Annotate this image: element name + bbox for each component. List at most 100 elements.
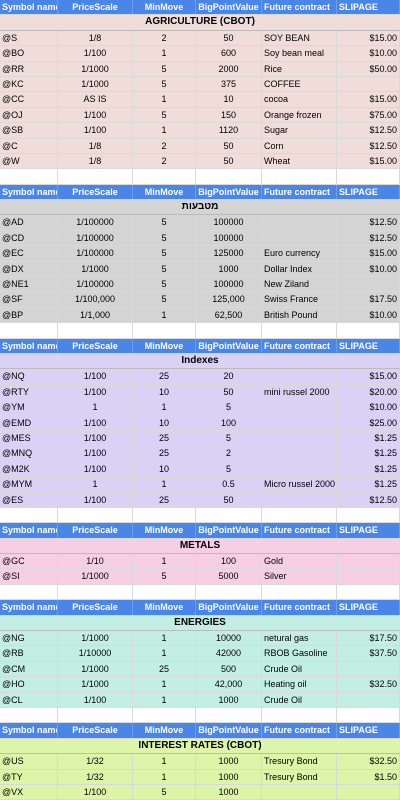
cell-slipage[interactable]: $15.00 <box>337 246 400 261</box>
cell-min-move[interactable]: 5 <box>133 569 196 584</box>
cell-slipage[interactable]: $1.50 <box>337 769 400 784</box>
cell-price-scale[interactable]: 1/1000 <box>58 76 133 92</box>
empty-cell[interactable] <box>337 169 400 184</box>
header-symbol[interactable]: Symbol name <box>0 338 58 353</box>
cell-big-point-value[interactable]: 375 <box>196 76 262 92</box>
cell-min-move[interactable]: 25 <box>133 369 196 384</box>
cell-future-contract[interactable]: Crude Oil <box>262 692 337 707</box>
cell-min-move[interactable]: 5 <box>133 76 196 92</box>
cell-future-contract[interactable]: Gold <box>262 554 337 569</box>
header-symbol[interactable]: Symbol name <box>0 723 58 738</box>
cell-min-move[interactable]: 5 <box>133 261 196 277</box>
cell-big-point-value[interactable]: 500 <box>196 661 262 677</box>
empty-cell[interactable] <box>58 584 133 600</box>
empty-cell[interactable] <box>0 707 58 723</box>
cell-big-point-value[interactable]: 100000 <box>196 277 262 292</box>
cell-price-scale[interactable]: AS IS <box>58 92 133 107</box>
cell-big-point-value[interactable]: 42,000 <box>196 677 262 692</box>
cell-slipage[interactable]: $25.00 <box>337 415 400 430</box>
cell-min-move[interactable]: 5 <box>133 230 196 246</box>
cell-min-move[interactable]: 5 <box>133 61 196 76</box>
cell-symbol[interactable]: @SF <box>0 292 58 307</box>
cell-price-scale[interactable]: 1/1000 <box>58 661 133 677</box>
cell-price-scale[interactable]: 1/100 <box>58 692 133 707</box>
empty-cell[interactable] <box>262 507 337 523</box>
cell-min-move[interactable]: 2 <box>133 153 196 169</box>
cell-price-scale[interactable]: 1/100000 <box>58 215 133 230</box>
cell-future-contract[interactable]: netural gas <box>262 631 337 646</box>
cell-big-point-value[interactable]: 1000 <box>196 261 262 277</box>
cell-symbol[interactable]: @EC <box>0 246 58 261</box>
cell-symbol[interactable]: @EMD <box>0 415 58 430</box>
cell-future-contract[interactable] <box>262 446 337 461</box>
cell-future-contract[interactable] <box>262 230 337 246</box>
header-slipage[interactable]: SLIPAGE <box>337 184 400 200</box>
cell-min-move[interactable]: 25 <box>133 430 196 446</box>
header-big-point-value[interactable]: BigPointValue <box>196 523 262 538</box>
cell-big-point-value[interactable]: 10 <box>196 92 262 107</box>
cell-big-point-value[interactable]: 100000 <box>196 215 262 230</box>
cell-min-move[interactable]: 5 <box>133 107 196 123</box>
header-big-point-value[interactable]: BigPointValue <box>196 723 262 738</box>
cell-min-move[interactable]: 1 <box>133 477 196 492</box>
cell-future-contract[interactable]: Wheat <box>262 153 337 169</box>
cell-price-scale[interactable]: 1/100000 <box>58 277 133 292</box>
header-slipage[interactable]: SLIPAGE <box>337 338 400 353</box>
cell-future-contract[interactable] <box>262 400 337 415</box>
header-min-move[interactable]: MinMove <box>133 600 196 615</box>
section-title[interactable]: ENERGIES <box>0 616 400 630</box>
cell-slipage[interactable] <box>337 784 400 800</box>
cell-big-point-value[interactable]: 100000 <box>196 230 262 246</box>
empty-cell[interactable] <box>262 323 337 338</box>
cell-price-scale[interactable]: 1/100,000 <box>58 292 133 307</box>
cell-min-move[interactable]: 1 <box>133 92 196 107</box>
empty-cell[interactable] <box>196 584 262 600</box>
cell-price-scale[interactable]: 1/1000 <box>58 677 133 692</box>
cell-symbol[interactable]: @NE1 <box>0 277 58 292</box>
header-future-contract[interactable]: Future contract <box>262 600 337 615</box>
cell-big-point-value[interactable]: 150 <box>196 107 262 123</box>
cell-price-scale[interactable]: 1/1000 <box>58 261 133 277</box>
cell-future-contract[interactable]: Sugar <box>262 123 337 138</box>
cell-price-scale[interactable]: 1/100 <box>58 446 133 461</box>
header-future-contract[interactable]: Future contract <box>262 723 337 738</box>
cell-min-move[interactable]: 5 <box>133 784 196 800</box>
cell-price-scale[interactable]: 1/8 <box>58 153 133 169</box>
empty-cell[interactable] <box>133 584 196 600</box>
cell-big-point-value[interactable]: 20 <box>196 369 262 384</box>
cell-price-scale[interactable]: 1/8 <box>58 138 133 153</box>
cell-price-scale[interactable]: 1/8 <box>58 30 133 46</box>
cell-big-point-value[interactable]: 50 <box>196 492 262 507</box>
cell-symbol[interactable]: @TY <box>0 769 58 784</box>
cell-min-move[interactable]: 5 <box>133 277 196 292</box>
cell-slipage[interactable]: $10.00 <box>337 261 400 277</box>
cell-price-scale[interactable]: 1/100 <box>58 384 133 400</box>
cell-slipage[interactable]: $10.00 <box>337 400 400 415</box>
empty-cell[interactable] <box>337 323 400 338</box>
cell-big-point-value[interactable]: 600 <box>196 46 262 61</box>
cell-min-move[interactable]: 1 <box>133 646 196 661</box>
cell-symbol[interactable]: @SB <box>0 123 58 138</box>
cell-price-scale[interactable]: 1/10 <box>58 554 133 569</box>
cell-price-scale[interactable]: 1/100 <box>58 415 133 430</box>
cell-slipage[interactable] <box>337 554 400 569</box>
cell-price-scale[interactable]: 1/100 <box>58 461 133 477</box>
header-min-move[interactable]: MinMove <box>133 723 196 738</box>
cell-slipage[interactable]: $15.00 <box>337 369 400 384</box>
cell-price-scale[interactable]: 1/32 <box>58 769 133 784</box>
cell-price-scale[interactable]: 1 <box>58 400 133 415</box>
cell-symbol[interactable]: @AD <box>0 215 58 230</box>
cell-min-move[interactable]: 1 <box>133 677 196 692</box>
header-future-contract[interactable]: Future contract <box>262 338 337 353</box>
empty-cell[interactable] <box>58 169 133 184</box>
cell-symbol[interactable]: @GC <box>0 554 58 569</box>
empty-cell[interactable] <box>337 584 400 600</box>
cell-min-move[interactable]: 25 <box>133 492 196 507</box>
cell-min-move[interactable]: 5 <box>133 292 196 307</box>
cell-min-move[interactable]: 10 <box>133 461 196 477</box>
cell-price-scale[interactable]: 1/100 <box>58 46 133 61</box>
cell-big-point-value[interactable]: 1000 <box>196 769 262 784</box>
cell-big-point-value[interactable]: 5 <box>196 400 262 415</box>
cell-future-contract[interactable] <box>262 784 337 800</box>
cell-future-contract[interactable] <box>262 492 337 507</box>
